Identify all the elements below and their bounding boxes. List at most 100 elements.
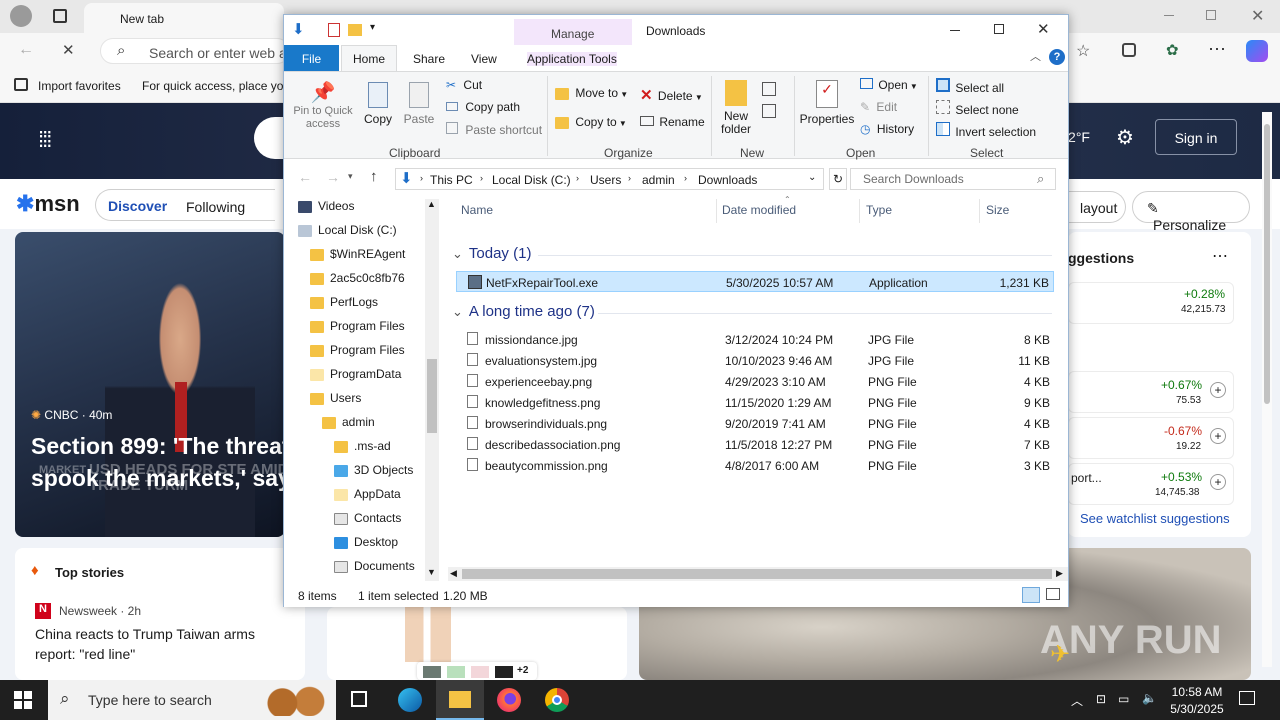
history-button[interactable]: ◷ History [860,122,914,136]
column-date-modified[interactable]: Date modified [722,203,796,217]
tree-item[interactable]: Documents [334,559,415,581]
clock[interactable]: 10:58 AM 5/30/2025 [1160,684,1234,718]
copy-path-button[interactable]: Copy path [446,100,520,114]
paste-shortcut-button[interactable]: Paste shortcut [446,122,542,137]
msn-logo[interactable]: ✱msn [16,191,80,217]
breadcrumb[interactable]: ⬇ › This PC › Local Disk (C:) › Users › … [395,168,824,190]
collapse-ribbon-icon[interactable]: ︿ [1030,48,1041,64]
file-row[interactable]: describedassociation.png 11/5/2018 12:27 … [456,434,1054,455]
minimize-browser-icon[interactable] [1164,15,1174,16]
column-name[interactable]: Name [461,203,493,217]
add-watch-icon[interactable]: + [1210,428,1226,444]
sign-in-button[interactable]: Sign in [1155,119,1237,155]
copilot-icon[interactable] [1246,40,1268,62]
tree-item[interactable]: 3D Objects [334,463,413,487]
swatch-4[interactable] [495,666,513,678]
tab-following[interactable]: Following [186,199,245,215]
quick-access-down-icon[interactable]: ⬇ [292,20,305,38]
group-header[interactable]: ⌄ A long time ago (7) [452,303,595,320]
crumb-admin[interactable]: admin [642,173,675,187]
recent-locations-icon[interactable]: ▾ [348,171,353,182]
tab-application-tools[interactable]: Application Tools [527,52,617,66]
swatch-2[interactable] [447,666,465,678]
rename-button[interactable]: Rename [640,115,705,129]
tab-view[interactable]: View [471,52,497,66]
file-row[interactable]: knowledgefitness.png 11/15/2020 1:29 AM PN… [456,392,1054,413]
copy-button[interactable]: Copy [360,80,396,126]
crumb-this-pc[interactable]: This PC [430,173,473,187]
cut-button[interactable]: ✂ Cut [446,78,482,92]
up-folder-icon[interactable]: ↑ [370,168,378,185]
maximize-icon[interactable] [994,24,1004,34]
tree-item[interactable]: Program Files [310,319,405,343]
close-icon[interactable]: ✕ [1037,20,1050,38]
add-watch-icon[interactable]: + [1210,382,1226,398]
delete-button[interactable]: ✕ Delete ▼ [640,86,703,104]
new-folder-qat-icon[interactable] [348,24,362,36]
crumb-downloads[interactable]: Downloads [698,173,757,187]
file-row[interactable]: experienceebay.png 4/29/2023 3:10 AM PNG F… [456,371,1054,392]
tree-item[interactable]: PerfLogs [310,295,378,319]
new-folder-button[interactable]: New folder [716,80,756,136]
stop-loading-icon[interactable]: ✕ [62,41,75,59]
tree-item[interactable]: Program Files [310,343,405,367]
watch-row-2[interactable]: +0.67% 75.53 + [1068,371,1234,413]
see-watchlist-link[interactable]: See watchlist suggestions [1080,511,1230,526]
msn-settings-icon[interactable]: ⚙ [1116,125,1134,150]
new-item-icon[interactable] [762,82,776,96]
hscroll-thumb[interactable] [462,569,1052,579]
column-size[interactable]: Size [986,203,1009,217]
pin-quick-access-button[interactable]: 📌 Pin to Quick access [290,80,356,131]
move-to-button[interactable]: Move to ▼ [555,86,628,100]
properties-button[interactable]: ✓ Properties [799,80,855,126]
page-scrollbar-thumb[interactable] [1264,124,1270,404]
tree-item[interactable]: admin [322,415,375,439]
customize-qat-icon[interactable]: ▾ [370,22,375,33]
crumb-users[interactable]: Users [590,173,621,187]
properties-qat-icon[interactable] [328,23,340,37]
tab-new-tab[interactable]: New tab [84,3,284,33]
hero-title[interactable]: Section 899: 'The threat spook the marke… [31,430,285,494]
open-button[interactable]: Open ▼ [860,78,918,92]
scroll-down-arrow-icon[interactable]: ▼ [427,567,436,577]
column-type[interactable]: Type [866,203,892,217]
swatch-1[interactable] [423,666,441,678]
file-row[interactable]: missiondance.jpg 3/12/2024 10:24 PM JPG Fi… [456,329,1054,350]
search-downloads-input[interactable]: Search Downloads ⌕ [850,168,1056,190]
explorer-taskbar-icon[interactable] [436,680,484,720]
refresh-icon[interactable]: ↻ [829,168,847,190]
address-history-icon[interactable]: ⌄ [808,172,816,183]
invert-selection-button[interactable]: Invert selection [936,122,1036,139]
page-scrollbar[interactable] [1262,112,1272,667]
tree-item[interactable]: $WinREAgent [310,247,405,271]
help-icon[interactable]: ? [1049,49,1065,65]
paste-button[interactable]: Paste [400,80,438,126]
profile-icon[interactable] [10,5,32,27]
tree-item[interactable]: Videos [298,199,354,223]
tab-file[interactable]: File [284,45,339,71]
tab-share[interactable]: Share [413,52,445,66]
tree-item[interactable]: 2ac5c0c8fb76 [310,271,405,295]
restore-browser-icon[interactable] [1206,10,1216,20]
easy-access-icon[interactable] [762,104,776,118]
firefox-taskbar-icon[interactable] [497,688,521,712]
more-swatches[interactable]: +2 [517,665,528,676]
extensions-icon[interactable]: ✿ [1166,41,1179,59]
tree-item[interactable]: ProgramData [310,367,401,391]
tree-item[interactable]: Users [310,391,361,415]
minimize-icon[interactable] [950,30,960,31]
file-row[interactable]: browserindividuals.png 9/20/2019 7:41 AM P… [456,413,1054,434]
scroll-up-arrow-icon[interactable]: ▲ [427,199,436,209]
details-view-icon[interactable] [1022,587,1040,603]
large-icons-view-icon[interactable] [1046,588,1060,600]
watch-row-3[interactable]: -0.67% 19.22 + [1068,417,1234,459]
watch-row-4[interactable]: port... +0.53% 14,745.38 + [1068,463,1234,505]
notifications-icon[interactable] [1239,691,1255,705]
close-browser-icon[interactable]: ✕ [1251,6,1264,26]
show-hidden-icons[interactable]: ︿ [1071,692,1083,709]
forward-nav-icon[interactable]: → [326,169,340,185]
settings-more-icon[interactable]: ⋯ [1208,39,1226,60]
scroll-right-arrow-icon[interactable]: ▶ [1056,568,1063,579]
edge-taskbar-icon[interactable] [398,688,422,712]
swatch-3[interactable] [471,666,489,678]
